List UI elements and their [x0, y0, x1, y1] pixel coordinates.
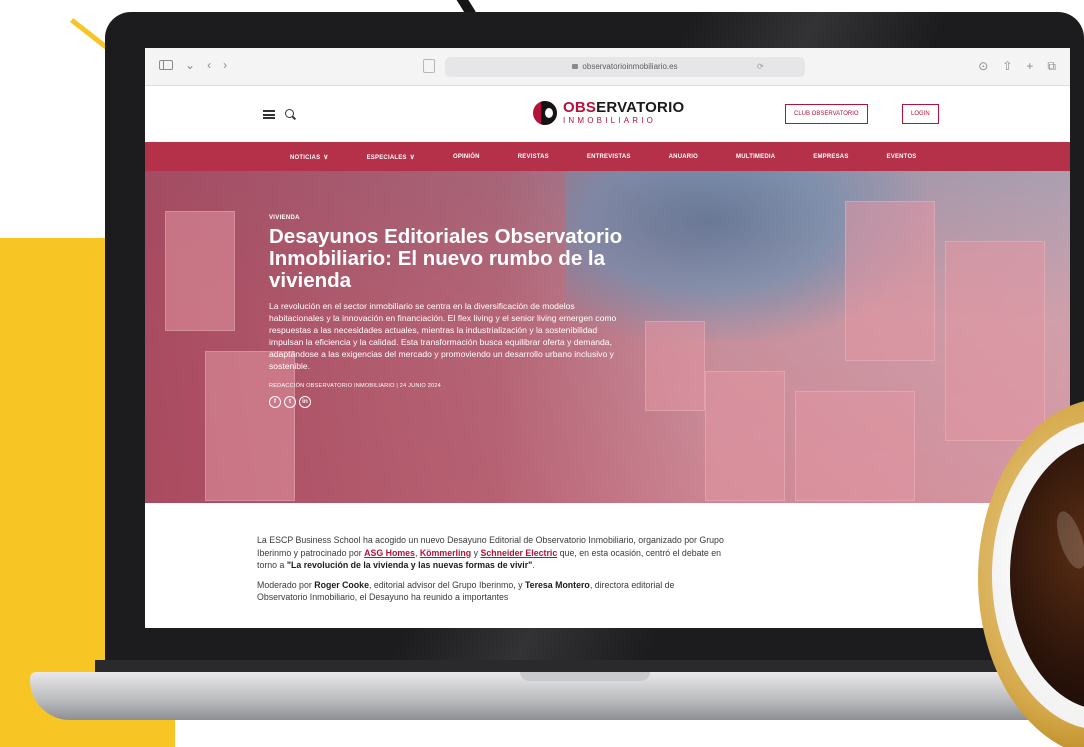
share-icon[interactable]: ⇧	[1002, 59, 1012, 73]
browser-toolbar: ⌄ ‹ › observatorioinmobiliario.es ⟳ ⊙ ⇧ …	[145, 48, 1070, 86]
logo-main-text: ERVATORIO	[596, 99, 685, 116]
chevron-down-icon: ∨	[409, 153, 415, 161]
tabs-icon[interactable]: ⧉	[1047, 59, 1056, 73]
tab-overview-icon[interactable]	[423, 59, 435, 73]
nav-item-empresas[interactable]: EMPRESAS	[813, 154, 848, 160]
laptop-base	[30, 672, 1084, 720]
site-logo[interactable]: OBSERVATORIO INMOBILIARIO	[533, 100, 684, 125]
laptop-screen: ⌄ ‹ › observatorioinmobiliario.es ⟳ ⊙ ⇧ …	[145, 48, 1070, 628]
menu-icon[interactable]	[263, 110, 275, 119]
search-icon[interactable]	[285, 109, 294, 118]
nav-item-opinion[interactable]: OPINIÓN	[453, 154, 480, 160]
login-button[interactable]: LOGIN	[902, 104, 939, 124]
nav-item-revistas[interactable]: REVISTAS	[518, 154, 549, 160]
forward-icon[interactable]: ›	[223, 59, 227, 71]
nav-item-eventos[interactable]: EVENTOS	[887, 154, 917, 160]
hero-building-block	[705, 371, 785, 501]
download-icon[interactable]: ⊙	[978, 59, 988, 73]
hero-banner: VIVIENDA Desayunos Editoriales Observato…	[145, 171, 1070, 503]
reader-refresh-icon[interactable]: ⟳	[757, 62, 764, 71]
linkedin-icon[interactable]: in	[299, 395, 311, 408]
nav-item-anuario[interactable]: ANUARIO	[669, 154, 698, 160]
nav-item-entrevistas[interactable]: ENTREVISTAS	[587, 154, 631, 160]
nav-item-multimedia[interactable]: MULTIMEDIA	[736, 154, 775, 160]
logo-subtext: INMOBILIARIO	[563, 116, 657, 125]
article-paragraph: Moderado por Roger Cooke, editorial advi…	[257, 579, 675, 603]
new-tab-icon[interactable]: +	[1026, 59, 1033, 73]
hero-building-block	[845, 201, 935, 361]
facebook-icon[interactable]: f	[269, 395, 281, 408]
nav-item-especiales[interactable]: ESPECIALES ∨	[367, 153, 415, 161]
hero-building-block	[165, 211, 235, 331]
nav-item-noticias[interactable]: NOTICIAS ∨	[290, 153, 329, 161]
article-category[interactable]: VIVIENDA	[269, 215, 629, 221]
back-icon[interactable]: ‹	[207, 59, 211, 71]
lock-icon	[572, 64, 579, 69]
hero-building-block	[645, 321, 705, 411]
twitter-icon[interactable]: t	[284, 395, 296, 408]
link-schneider-electric[interactable]: Schneider Electric	[480, 548, 557, 558]
link-asg-homes[interactable]: ASG Homes	[364, 548, 415, 558]
logo-mark-icon	[533, 100, 557, 125]
chevron-down-icon: ∨	[323, 153, 329, 161]
hero-content: VIVIENDA Desayunos Editoriales Observato…	[269, 215, 629, 408]
article-title: Desayunos Editoriales Observatorio Inmob…	[269, 225, 623, 292]
article-summary: La revolución en el sector inmobiliario …	[269, 301, 617, 372]
hero-building-block	[945, 241, 1045, 441]
url-text: observatorioinmobiliario.es	[582, 62, 678, 71]
article-paragraph: La ESCP Business School ha acogido un nu…	[257, 535, 724, 571]
main-nav: NOTICIAS ∨ ESPECIALES ∨ OPINIÓN REVISTAS E…	[145, 142, 1070, 171]
hero-building-block	[795, 391, 915, 501]
site-header: OBSERVATORIO INMOBILIARIO CLUB OBSERVATO…	[145, 86, 1070, 142]
logo-accent-text: OBS	[563, 99, 597, 116]
chevron-down-icon[interactable]: ⌄	[185, 59, 195, 71]
article-byline: REDACCIÓN OBSERVATORIO INMOBILIARIO | 24…	[269, 382, 441, 389]
scene: ⌄ ‹ › observatorioinmobiliario.es ⟳ ⊙ ⇧ …	[0, 0, 1084, 747]
address-bar[interactable]: observatorioinmobiliario.es	[445, 57, 805, 77]
club-observatorio-button[interactable]: CLUB OBSERVATORIO	[785, 104, 868, 124]
article-body: La ESCP Business School ha acogido un nu…	[257, 534, 727, 611]
sidebar-toggle-icon[interactable]	[159, 60, 173, 70]
link-kommerling[interactable]: Kömmerling	[420, 548, 471, 558]
social-share: f t in	[269, 395, 629, 408]
laptop-notch	[520, 672, 650, 681]
